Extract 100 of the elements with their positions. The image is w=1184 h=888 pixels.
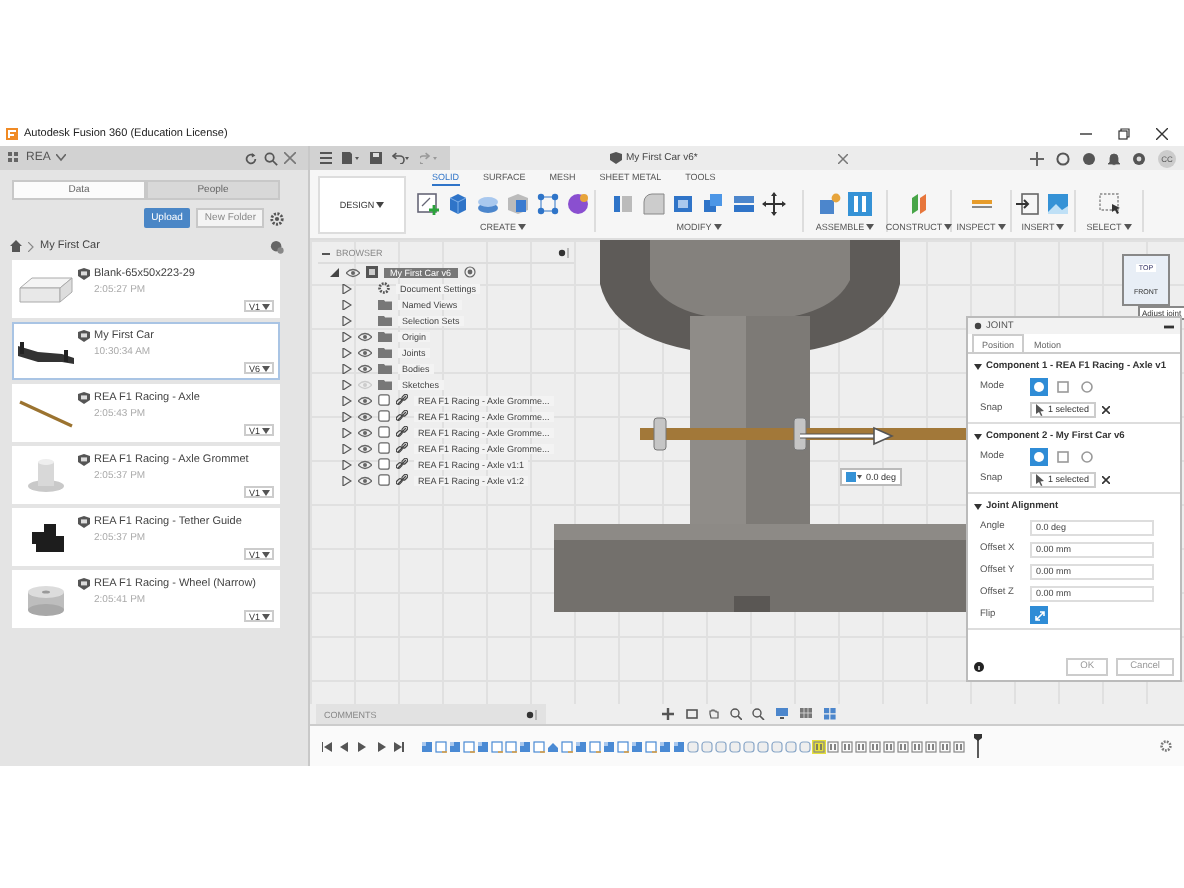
body-feature-icon[interactable] xyxy=(476,739,490,753)
box-icon[interactable] xyxy=(446,192,470,216)
eye-icon[interactable] xyxy=(358,411,372,421)
caret-icon[interactable] xyxy=(262,365,270,371)
eye-icon[interactable] xyxy=(358,443,372,453)
bell-icon[interactable] xyxy=(1108,151,1120,165)
first-frame-icon[interactable] xyxy=(322,741,332,751)
collapse-icon[interactable] xyxy=(322,249,330,257)
eye-icon[interactable] xyxy=(358,427,372,437)
home-icon[interactable] xyxy=(10,240,22,252)
undo-icon[interactable] xyxy=(392,152,410,164)
caret-icon[interactable] xyxy=(262,427,270,433)
group-feature-icon[interactable] xyxy=(546,739,560,753)
joint-feature-icon[interactable] xyxy=(854,739,868,753)
split-icon[interactable] xyxy=(732,192,756,216)
expand-triangle-icon[interactable] xyxy=(342,299,352,309)
caret-icon[interactable] xyxy=(944,224,953,230)
eye-icon[interactable] xyxy=(346,267,360,277)
caret-icon[interactable] xyxy=(262,551,270,557)
point-mode-button[interactable] xyxy=(1030,448,1048,466)
dropdown-icon[interactable] xyxy=(846,472,862,482)
collapse-triangle-icon[interactable] xyxy=(974,433,982,439)
look-at-icon[interactable] xyxy=(686,708,698,720)
play-icon[interactable] xyxy=(358,741,368,751)
body-feature-icon[interactable] xyxy=(630,739,644,753)
search-icon[interactable] xyxy=(264,151,278,165)
extrude-icon[interactable] xyxy=(476,192,500,216)
viewport-canvas[interactable] xyxy=(310,240,1184,704)
caret-icon[interactable] xyxy=(713,224,722,230)
flip-button[interactable] xyxy=(1030,606,1048,624)
expand-triangle-icon[interactable] xyxy=(342,347,352,357)
grid-icon[interactable] xyxy=(320,152,332,164)
display-icon[interactable] xyxy=(776,708,790,720)
caret-icon[interactable] xyxy=(866,224,875,230)
caret-icon[interactable] xyxy=(1123,224,1132,230)
joint-feature-icon[interactable] xyxy=(938,739,952,753)
select-icon[interactable] xyxy=(1097,192,1121,216)
expand-triangle-icon[interactable] xyxy=(342,283,352,293)
eye-icon[interactable] xyxy=(358,475,372,485)
last-frame-icon[interactable] xyxy=(394,741,404,751)
maximize-icon[interactable] xyxy=(1118,128,1130,140)
eye-icon[interactable] xyxy=(358,363,372,373)
expand-triangle-icon[interactable] xyxy=(330,267,340,277)
lock-mode-button[interactable] xyxy=(1078,378,1096,396)
collapse-triangle-icon[interactable] xyxy=(974,363,982,369)
combine-icon[interactable] xyxy=(702,192,726,216)
joint-feature-icon[interactable] xyxy=(910,739,924,753)
minimize-icon[interactable] xyxy=(1080,128,1092,140)
body-feature-icon[interactable] xyxy=(602,739,616,753)
orbit-icon[interactable] xyxy=(662,708,676,720)
joint-feature-icon[interactable] xyxy=(868,739,882,753)
grid-icon[interactable] xyxy=(800,708,814,720)
body-feature-icon[interactable] xyxy=(574,739,588,753)
info-icon[interactable] xyxy=(974,662,984,672)
pin-icon[interactable] xyxy=(526,709,538,719)
plus-icon[interactable] xyxy=(1030,151,1044,165)
expand-triangle-icon[interactable] xyxy=(342,379,352,389)
zoom-icon[interactable] xyxy=(730,708,742,720)
save-icon[interactable] xyxy=(370,152,382,164)
caret-icon[interactable] xyxy=(997,224,1006,230)
step-forward-icon[interactable] xyxy=(376,741,386,751)
caret-icon[interactable] xyxy=(262,489,270,495)
lock-mode-button[interactable] xyxy=(1078,448,1096,466)
collapse-triangle-icon[interactable] xyxy=(974,503,982,509)
joint-feature-icon[interactable] xyxy=(924,739,938,753)
shell-icon[interactable] xyxy=(672,192,696,216)
expand-triangle-icon[interactable] xyxy=(342,475,352,485)
eye-icon[interactable] xyxy=(358,347,372,357)
joint-feature-icon[interactable] xyxy=(952,739,966,753)
body-feature-icon[interactable] xyxy=(658,739,672,753)
caret-icon[interactable] xyxy=(262,613,270,619)
expand-triangle-icon[interactable] xyxy=(342,411,352,421)
step-back-icon[interactable] xyxy=(340,741,350,751)
caret-icon[interactable] xyxy=(376,202,385,208)
eye-icon[interactable] xyxy=(358,395,372,405)
body-feature-icon[interactable] xyxy=(672,739,686,753)
expand-triangle-icon[interactable] xyxy=(342,443,352,453)
pan-hand-icon[interactable] xyxy=(708,708,720,720)
expand-icon[interactable] xyxy=(1164,323,1174,329)
press-pull-icon[interactable] xyxy=(612,192,636,216)
settings-icon[interactable] xyxy=(270,211,284,225)
zoom-window-icon[interactable] xyxy=(752,708,766,720)
joint-icon[interactable] xyxy=(848,192,872,216)
expand-triangle-icon[interactable] xyxy=(342,427,352,437)
body-feature-icon[interactable] xyxy=(518,739,532,753)
sphere-icon[interactable] xyxy=(566,192,590,216)
drag-arrow[interactable] xyxy=(798,426,894,446)
caret-icon[interactable] xyxy=(1056,224,1065,230)
expand-triangle-icon[interactable] xyxy=(342,459,352,469)
plane-icon[interactable] xyxy=(907,192,931,216)
body-feature-icon[interactable] xyxy=(420,739,434,753)
refresh-icon[interactable] xyxy=(244,151,258,165)
caret-icon[interactable] xyxy=(517,224,526,230)
expand-triangle-icon[interactable] xyxy=(342,331,352,341)
joint-feature-icon[interactable] xyxy=(812,739,826,753)
point-mode-button[interactable] xyxy=(1030,378,1048,396)
expand-triangle-icon[interactable] xyxy=(342,395,352,405)
expand-triangle-icon[interactable] xyxy=(342,315,352,325)
revolve-icon[interactable] xyxy=(506,192,530,216)
viewports-icon[interactable] xyxy=(824,708,838,720)
